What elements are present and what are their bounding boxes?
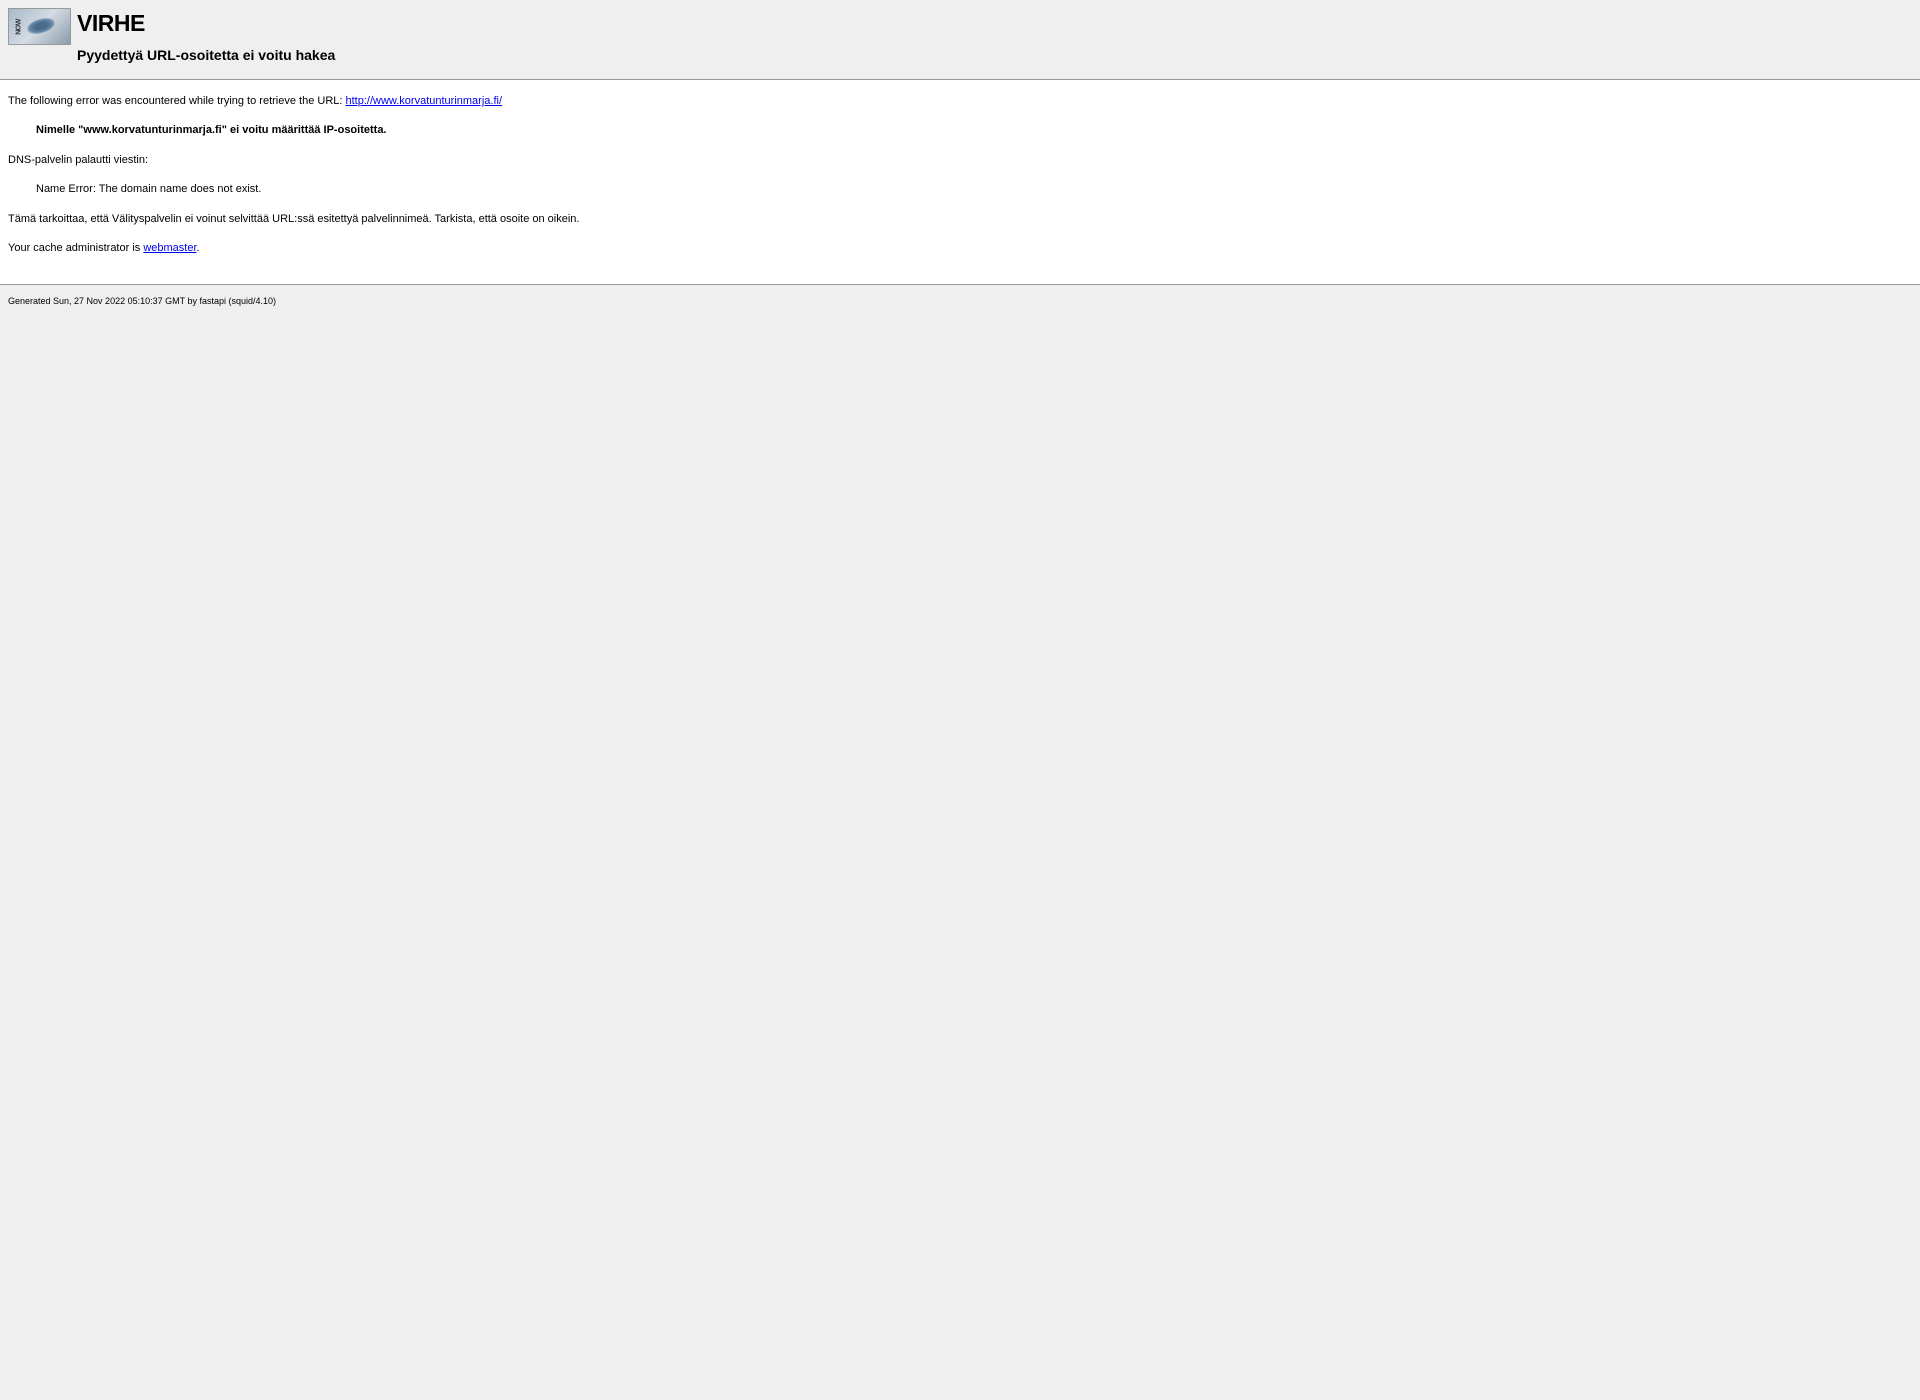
error-intro-text: The following error was encountered whil… xyxy=(8,95,346,107)
webmaster-link[interactable]: webmaster xyxy=(143,242,196,254)
error-content: The following error was encountered whil… xyxy=(0,80,1920,284)
squid-logo-icon: NOW xyxy=(8,8,71,45)
error-url-link[interactable]: http://www.korvatunturinmarja.fi/ xyxy=(346,95,503,107)
error-intro-line: The following error was encountered whil… xyxy=(8,94,1912,109)
dns-error-msg: Nimelle "www.korvatunturinmarja.fi" ei v… xyxy=(8,123,1912,138)
dns-server-label: DNS-palvelin palautti viestin: xyxy=(8,153,1912,168)
squid-logo-text: NOW xyxy=(15,19,22,35)
explanation-text: Tämä tarkoittaa, että Välityspalvelin ei… xyxy=(8,212,1912,227)
page-header: NOW VIRHE Pyydettyä URL-osoitetta ei voi… xyxy=(0,0,1920,71)
name-error-msg: Name Error: The domain name does not exi… xyxy=(8,182,1912,197)
cache-admin-line: Your cache administrator is webmaster. xyxy=(8,241,1912,256)
page-footer: Generated Sun, 27 Nov 2022 05:10:37 GMT … xyxy=(0,285,1920,317)
error-title: VIRHE xyxy=(77,10,335,37)
cache-admin-prefix: Your cache administrator is xyxy=(8,242,143,254)
cache-admin-suffix: . xyxy=(197,242,200,254)
header-text-block: VIRHE Pyydettyä URL-osoitetta ei voitu h… xyxy=(77,8,335,63)
generated-timestamp: Generated Sun, 27 Nov 2022 05:10:37 GMT … xyxy=(8,296,1912,306)
error-subtitle: Pyydettyä URL-osoitetta ei voitu hakea xyxy=(77,47,335,63)
